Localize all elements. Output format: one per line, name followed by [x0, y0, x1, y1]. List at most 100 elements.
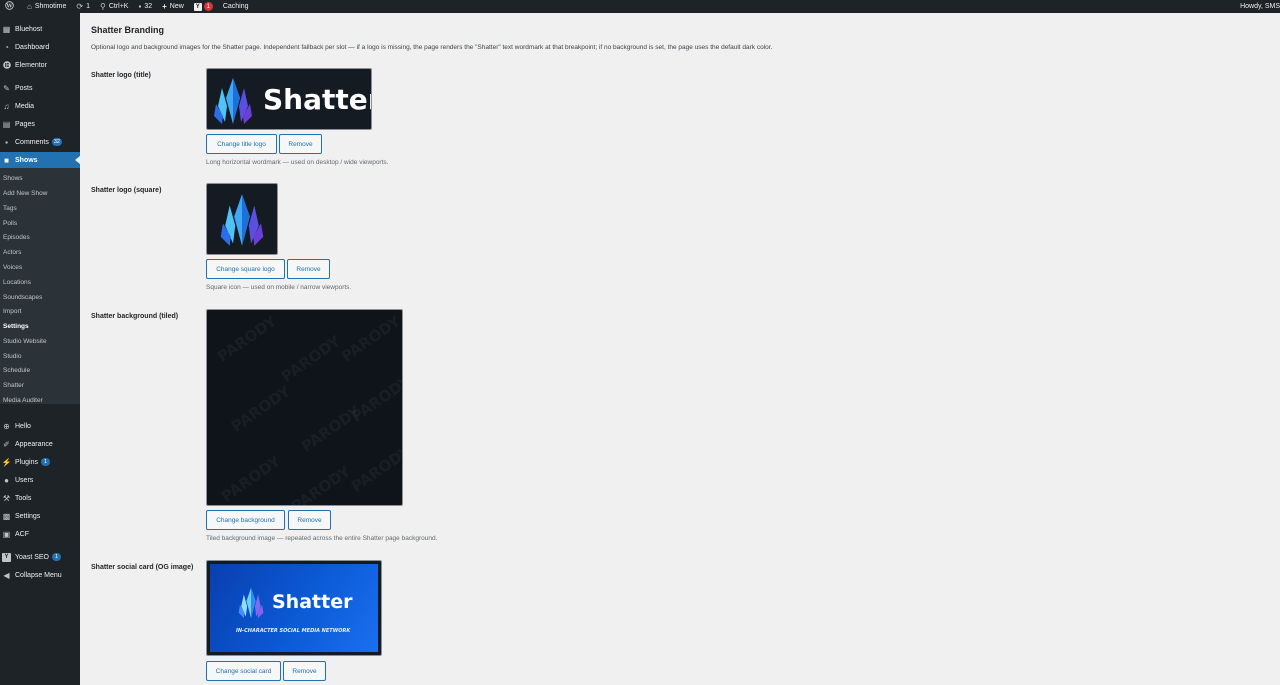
watermark-text: PARODY — [218, 452, 284, 505]
home-icon: ⌂ — [27, 2, 32, 11]
menu-label: Comments — [15, 138, 49, 146]
remove-title-logo-button[interactable]: Remove — [279, 134, 322, 154]
menu-label: Appearance — [15, 440, 53, 448]
menu-bluehost[interactable]: ▦ Bluehost — [0, 21, 80, 37]
admin-sidebar: ▦ Bluehost ◔ Dashboard Elementor ✎ Posts… — [0, 13, 80, 685]
menu-acf[interactable]: ▣ ACF — [0, 526, 80, 542]
menu-tools[interactable]: ⚒ Tools — [0, 490, 80, 506]
menu-label: Pages — [15, 120, 35, 128]
submenu-settings[interactable]: Settings — [3, 323, 29, 330]
menu-label: Dashboard — [15, 43, 50, 51]
svg-text:W: W — [5, 3, 13, 9]
menu-users[interactable]: ● Users — [0, 472, 80, 488]
social-card-preview: Shatter IN-CHARACTER SOCIAL MEDIA NETWOR… — [206, 560, 382, 656]
yoast-icon: Y — [193, 2, 202, 11]
title-logo-help: Long horizontal wordmark — used on deskt… — [206, 159, 389, 166]
shatter-wordmark: Shatter — [263, 83, 372, 116]
watermark-text: PARODY — [348, 372, 402, 426]
change-social-card-button[interactable]: Change social card — [206, 661, 281, 681]
submenu-soundscapes[interactable]: Soundscapes — [3, 294, 42, 301]
watermark-text: PARODY — [278, 332, 344, 386]
updates-link[interactable]: ⟳ 1 — [71, 0, 95, 13]
menu-shows[interactable]: ■ Shows — [0, 152, 80, 168]
submenu-voices[interactable]: Voices — [3, 264, 22, 271]
caching-label: Caching — [222, 3, 249, 10]
search-shortcut[interactable]: ⚲ Ctrl+K — [95, 0, 134, 13]
submenu-media-auditer[interactable]: Media Auditer — [3, 397, 43, 404]
submenu-schedule[interactable]: Schedule — [3, 367, 30, 374]
menu-label: ACF — [15, 530, 29, 538]
menu-comments[interactable]: ▪ Comments 32 — [0, 134, 80, 150]
menu-yoast-seo[interactable]: Y Yoast SEO 1 — [0, 549, 80, 565]
wp-logo-menu[interactable]: W — [0, 0, 22, 13]
submenu-add-new-show[interactable]: Add New Show — [3, 190, 47, 197]
submenu-import[interactable]: Import — [3, 308, 21, 315]
menu-appearance[interactable]: ✐ Appearance — [0, 436, 80, 452]
submenu-locations[interactable]: Locations — [3, 279, 31, 286]
updates-count: 1 — [86, 3, 90, 10]
social-tagline: IN-CHARACTER SOCIAL MEDIA NETWORK — [236, 628, 351, 634]
watermark-text: PARODY — [228, 382, 294, 436]
change-square-logo-button[interactable]: Change square logo — [206, 259, 285, 279]
yoast-icon: Y — [2, 552, 11, 562]
watermark-text: PARODY — [348, 442, 402, 496]
page-title: Shatter Branding — [91, 25, 165, 35]
new-label: New — [169, 3, 184, 10]
menu-elementor[interactable]: Elementor — [0, 57, 80, 73]
comments-count-badge: 32 — [51, 138, 62, 146]
menu-label: Users — [15, 476, 34, 484]
social-card-label: Shatter social card (OG image) — [91, 564, 194, 571]
square-logo-label: Shatter logo (square) — [91, 187, 162, 194]
menu-pages[interactable]: ▤ Pages — [0, 116, 80, 132]
dashboard-icon: ◔ — [4, 42, 9, 52]
menu-dashboard[interactable]: ◔ Dashboard — [0, 39, 80, 55]
wrench-icon: ⚒ — [2, 493, 11, 503]
menu-posts[interactable]: ✎ Posts — [0, 80, 80, 96]
menu-plugins[interactable]: ⚡ Plugins 1 — [0, 454, 80, 470]
plus-icon: + — [162, 2, 167, 11]
menu-collapse[interactable]: ◀ Collapse Menu — [0, 567, 80, 583]
menu-hello[interactable]: ⊕ Hello — [0, 418, 80, 434]
shows-submenu: Shows Add New Show Tags Polls Episodes A… — [0, 168, 80, 404]
background-preview: PARODY PARODY PARODY PARODY PARODY PAROD… — [206, 309, 403, 506]
menu-label: Elementor — [15, 61, 47, 69]
yoast-count-badge: 1 — [52, 553, 61, 561]
collapse-icon: ◀ — [3, 570, 10, 580]
page-description: Optional logo and background images for … — [91, 44, 773, 51]
my-account-menu[interactable]: Howdy, SMS — [1235, 0, 1280, 13]
remove-social-card-button[interactable]: Remove — [283, 661, 326, 681]
plus-circle-icon: ⊕ — [3, 421, 10, 431]
yoast-badge: 1 — [203, 2, 213, 11]
menu-media[interactable]: ♫ Media — [0, 98, 80, 114]
admin-bar: W ⌂ Shmotime ⟳ 1 ⚲ Ctrl+K ▪ 32 + New Y 1… — [0, 0, 1280, 13]
site-name-link[interactable]: ⌂ Shmotime — [22, 0, 71, 13]
submenu-actors[interactable]: Actors — [3, 249, 21, 256]
new-content-link[interactable]: + New — [157, 0, 189, 13]
submenu-tags[interactable]: Tags — [3, 205, 17, 212]
menu-label: Yoast SEO — [15, 553, 49, 561]
submenu-episodes[interactable]: Episodes — [3, 234, 30, 241]
grid-icon: ▦ — [2, 24, 11, 34]
user-icon: ● — [4, 475, 9, 485]
change-background-button[interactable]: Change background — [206, 510, 285, 530]
crystal-logo-icon — [238, 588, 264, 618]
menu-label: Posts — [15, 84, 33, 92]
submenu-studio-website[interactable]: Studio Website — [3, 338, 47, 345]
submenu-shatter[interactable]: Shatter — [3, 382, 24, 389]
change-title-logo-button[interactable]: Change title logo — [206, 134, 277, 154]
remove-square-logo-button[interactable]: Remove — [287, 259, 330, 279]
search-icon: ⚲ — [99, 2, 106, 11]
comment-icon: ▪ — [138, 2, 142, 11]
submenu-studio[interactable]: Studio — [3, 353, 21, 360]
yoast-menu[interactable]: Y 1 — [189, 0, 218, 13]
submenu-polls[interactable]: Polls — [3, 220, 17, 227]
social-card-image: Shatter IN-CHARACTER SOCIAL MEDIA NETWOR… — [210, 564, 378, 652]
comments-link[interactable]: ▪ 32 — [133, 0, 157, 13]
settings-icon: ▩ — [2, 511, 11, 521]
plugins-count-badge: 1 — [40, 458, 50, 466]
remove-background-button[interactable]: Remove — [288, 510, 331, 530]
caching-link[interactable]: Caching — [218, 0, 254, 13]
menu-settings[interactable]: ▩ Settings — [0, 508, 80, 524]
submenu-shows[interactable]: Shows — [3, 175, 23, 182]
shatter-wordmark: Shatter — [272, 591, 353, 613]
